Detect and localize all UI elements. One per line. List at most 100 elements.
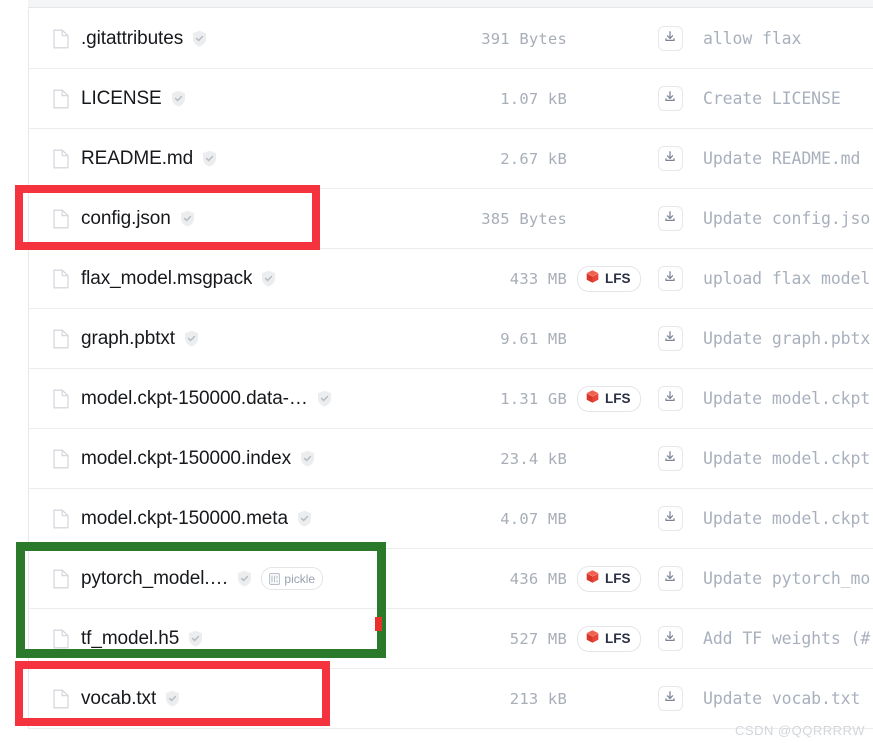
table-row[interactable]: flax_model.msgpack 433 MB LFS upload fla… [29, 249, 873, 309]
download-button[interactable] [657, 686, 683, 711]
download-cell[interactable] [649, 446, 691, 471]
table-row[interactable]: README.md 2.67 kB Update README.md [29, 129, 873, 189]
download-button[interactable] [657, 446, 683, 471]
table-header-strip [28, 0, 873, 8]
download-cell[interactable] [649, 86, 691, 111]
file-name-cell[interactable]: model.ckpt-150000.index [53, 448, 421, 470]
file-name-label: flax_model.msgpack [81, 267, 253, 289]
download-cell[interactable] [649, 566, 691, 591]
pickle-badge[interactable]: pickle [261, 567, 324, 590]
verified-shield-icon [184, 330, 199, 347]
download-icon [663, 450, 677, 467]
download-cell[interactable] [649, 626, 691, 651]
verified-shield-icon [192, 30, 207, 47]
lfs-badge[interactable]: LFS [577, 385, 641, 412]
lfs-badge-label: LFS [605, 630, 631, 646]
commit-message-label[interactable]: Update README.md [691, 149, 873, 168]
download-button[interactable] [657, 386, 683, 411]
commit-message-label[interactable]: Add TF weights (# [691, 629, 873, 648]
download-cell[interactable] [649, 206, 691, 231]
verified-shield-icon [202, 150, 217, 167]
download-icon [663, 270, 677, 287]
commit-message-label[interactable]: Update model.ckpt [691, 509, 873, 528]
download-icon [663, 150, 677, 167]
file-name-cell[interactable]: README.md [53, 148, 421, 170]
commit-message-label[interactable]: upload flax model [691, 269, 873, 288]
file-name-label: README.md [81, 147, 194, 169]
download-button[interactable] [657, 566, 683, 591]
download-button[interactable] [657, 326, 683, 351]
download-button[interactable] [657, 146, 683, 171]
download-cell[interactable] [649, 506, 691, 531]
commit-message-label[interactable]: Update model.ckpt [691, 449, 873, 468]
table-row[interactable]: config.json 385 Bytes Update config.jso [29, 189, 873, 249]
file-name-cell[interactable]: flax_model.msgpack [53, 268, 421, 290]
file-icon [53, 689, 69, 709]
pickle-badge-label: pickle [284, 571, 316, 586]
file-name-cell[interactable]: vocab.txt [53, 688, 421, 710]
download-button[interactable] [657, 86, 683, 111]
download-cell[interactable] [649, 326, 691, 351]
file-name-cell[interactable]: graph.pbtxt [53, 328, 421, 350]
lfs-box-icon [585, 269, 600, 289]
file-name-cell[interactable]: pytorch_model.… pickle [53, 567, 421, 590]
lfs-badge[interactable]: LFS [577, 625, 641, 652]
lfs-cell: LFS [571, 565, 649, 592]
commit-message-label[interactable]: Update graph.pbtx [691, 329, 873, 348]
table-row[interactable]: LICENSE 1.07 kB Create LICENSE [29, 69, 873, 129]
download-icon [663, 390, 677, 407]
lfs-badge[interactable]: LFS [577, 265, 641, 292]
file-browser-page: .gitattributes 391 Bytes allow flax LICE… [0, 0, 873, 743]
download-button[interactable] [657, 506, 683, 531]
download-cell[interactable] [649, 26, 691, 51]
lfs-badge[interactable]: LFS [577, 565, 641, 592]
file-icon [53, 29, 69, 49]
file-size-label: 1.31 GB [500, 389, 567, 408]
download-cell[interactable] [649, 386, 691, 411]
download-icon [663, 90, 677, 107]
commit-message-label[interactable]: Create LICENSE [691, 89, 873, 108]
file-name-cell[interactable]: LICENSE [53, 88, 421, 110]
file-name-cell[interactable]: model.ckpt-150000.meta [53, 508, 421, 530]
download-icon [663, 210, 677, 227]
download-button[interactable] [657, 266, 683, 291]
table-row[interactable]: tf_model.h5 527 MB LFS Add TF weights (# [29, 609, 873, 669]
download-icon [663, 30, 677, 47]
commit-message-label[interactable]: Update pytorch_mo [691, 569, 873, 588]
table-row[interactable]: model.ckpt-150000.index 23.4 kB Update m… [29, 429, 873, 489]
download-icon [663, 330, 677, 347]
file-name-label: LICENSE [81, 87, 162, 109]
download-button[interactable] [657, 206, 683, 231]
table-row[interactable]: model.ckpt-150000.data-… 1.31 GB LFS Upd… [29, 369, 873, 429]
file-size-label: 391 Bytes [481, 29, 567, 48]
lfs-cell: LFS [571, 385, 649, 412]
file-name-label: config.json [81, 207, 171, 229]
table-row[interactable]: pytorch_model.… pickle 436 MB LFS Update… [29, 549, 873, 609]
download-button[interactable] [657, 26, 683, 51]
csdn-watermark: CSDN @QQRRRRW [735, 723, 865, 738]
commit-message-label[interactable]: Update model.ckpt [691, 389, 873, 408]
download-button[interactable] [657, 626, 683, 651]
file-name-cell[interactable]: tf_model.h5 [53, 628, 421, 650]
commit-message-label[interactable]: allow flax [691, 29, 873, 48]
file-size-label: 527 MB [509, 629, 567, 648]
table-row[interactable]: vocab.txt 213 kB Update vocab.txt [29, 669, 873, 729]
commit-message-label[interactable]: Update vocab.txt [691, 689, 873, 708]
download-icon [663, 630, 677, 647]
file-name-cell[interactable]: model.ckpt-150000.data-… [53, 388, 421, 410]
file-size-label: 2.67 kB [500, 149, 567, 168]
file-size-label: 436 MB [509, 569, 567, 588]
file-icon [53, 389, 69, 409]
download-cell[interactable] [649, 146, 691, 171]
commit-message-label[interactable]: Update config.jso [691, 209, 873, 228]
verified-shield-icon [300, 450, 315, 467]
verified-shield-icon [171, 90, 186, 107]
table-row[interactable]: model.ckpt-150000.meta 4.07 MB Update mo… [29, 489, 873, 549]
lfs-box-icon [585, 629, 600, 649]
file-name-cell[interactable]: .gitattributes [53, 28, 421, 50]
table-row[interactable]: .gitattributes 391 Bytes allow flax [29, 9, 873, 69]
download-cell[interactable] [649, 266, 691, 291]
file-name-cell[interactable]: config.json [53, 208, 421, 230]
table-row[interactable]: graph.pbtxt 9.61 MB Update graph.pbtx [29, 309, 873, 369]
download-cell[interactable] [649, 686, 691, 711]
